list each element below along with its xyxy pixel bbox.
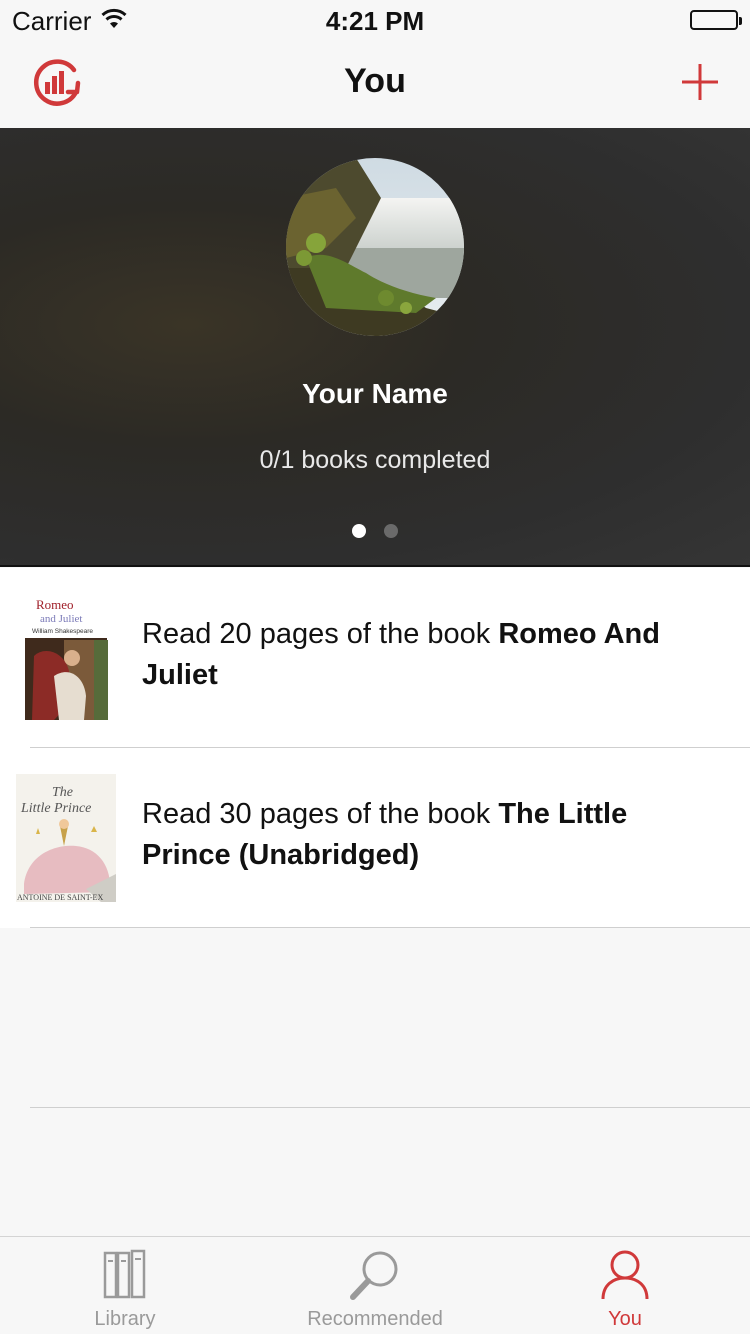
- profile-header: Your Name 0/1 books completed: [0, 128, 750, 567]
- tab-label: You: [608, 1308, 642, 1330]
- page-control[interactable]: [0, 524, 750, 543]
- list-item[interactable]: Romeo and Juliet William Shakespeare Rea…: [0, 568, 750, 748]
- reading-goals-list: Romeo and Juliet William Shakespeare Rea…: [0, 568, 750, 928]
- avatar[interactable]: [286, 158, 464, 336]
- tab-label: Library: [94, 1308, 156, 1330]
- book-cover-romeo-and-juliet: Romeo and Juliet William Shakespeare: [24, 596, 108, 720]
- goal-prefix: Read 20 pages of the book: [142, 618, 499, 650]
- goal-prefix: Read 30 pages of the book: [142, 798, 499, 830]
- books-completed-label: 0/1 books completed: [259, 446, 491, 474]
- tab-you[interactable]: You: [500, 1237, 750, 1334]
- cover-title-line1: Romeo: [36, 597, 74, 612]
- page-dot-active[interactable]: [352, 524, 366, 538]
- page-title: You: [344, 62, 406, 100]
- battery-icon: [690, 10, 742, 30]
- person-icon: [601, 1250, 649, 1300]
- cover-author: William Shakespeare: [32, 628, 93, 635]
- cover-title-line2: and Juliet: [40, 613, 82, 625]
- empty-list-row: [0, 928, 750, 1108]
- list-item[interactable]: The Little Prince ANTOINE DE SAINT-EX Re…: [0, 748, 750, 928]
- tab-recommended[interactable]: Recommended: [250, 1237, 500, 1334]
- goal-text: Read 30 pages of the book The Little Pri…: [142, 794, 722, 876]
- cover-title-line2: Little Prince: [20, 801, 91, 816]
- navigation-bar: You: [0, 40, 750, 128]
- waterfall-photo: [286, 158, 464, 336]
- tab-library[interactable]: Library: [0, 1237, 250, 1334]
- add-goal-button[interactable]: [680, 62, 720, 102]
- page-dot[interactable]: [384, 524, 398, 538]
- status-bar: Carrier 4:21 PM: [0, 0, 750, 40]
- row-divider: [30, 1107, 750, 1108]
- tab-label: Recommended: [307, 1308, 443, 1330]
- profile-name: Your Name: [302, 378, 448, 409]
- tab-bar: Library Recommended You: [0, 1236, 750, 1334]
- cover-title-line1: The: [52, 785, 73, 800]
- books-icon: [103, 1249, 146, 1299]
- goal-text: Read 20 pages of the book Romeo And Juli…: [142, 614, 722, 696]
- book-cover-little-prince: The Little Prince ANTOINE DE SAINT-EX: [16, 774, 116, 902]
- clock: 4:21 PM: [325, 6, 425, 36]
- plus-icon: [682, 64, 718, 100]
- magnifier-icon: [350, 1251, 398, 1300]
- cover-author: ANTOINE DE SAINT-EX: [17, 893, 103, 902]
